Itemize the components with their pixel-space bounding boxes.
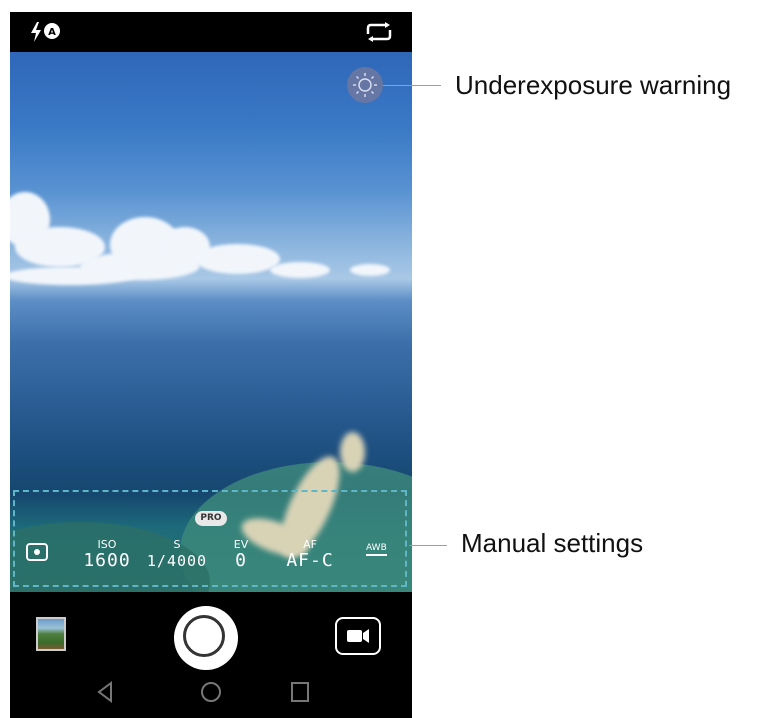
svg-text:A: A bbox=[48, 27, 56, 38]
camera-screen: A PRO ISO 1600 S 1/4000 EV 0 AF AF-C AWB bbox=[10, 12, 412, 718]
shutter-ring bbox=[183, 615, 225, 657]
ev-value: 0 bbox=[235, 550, 247, 571]
flash-auto-icon[interactable]: A bbox=[28, 20, 70, 44]
manual-settings-callout-line bbox=[409, 545, 447, 546]
recents-icon[interactable] bbox=[290, 680, 310, 704]
status-bar: A bbox=[10, 12, 412, 52]
iso-setting[interactable]: ISO 1600 bbox=[82, 539, 132, 571]
underexposure-warning-annotation: Underexposure warning bbox=[455, 70, 732, 100]
shutter-speed-label: S bbox=[173, 538, 181, 551]
video-camera-icon[interactable] bbox=[335, 617, 381, 655]
underexposure-warning-icon[interactable] bbox=[347, 67, 383, 103]
iso-value: 1600 bbox=[83, 550, 131, 571]
back-icon[interactable] bbox=[95, 680, 115, 704]
underexposure-callout-line bbox=[383, 85, 441, 86]
af-setting[interactable]: AF AF-C bbox=[280, 539, 340, 571]
ev-setting[interactable]: EV 0 bbox=[226, 539, 256, 571]
switch-camera-icon[interactable] bbox=[364, 22, 394, 42]
manual-settings-annotation: Manual settings bbox=[461, 528, 644, 558]
metering-icon[interactable] bbox=[25, 542, 49, 562]
shutter-speed-setting[interactable]: S 1/4000 bbox=[143, 539, 211, 571]
home-icon[interactable] bbox=[199, 680, 223, 704]
shutter-speed-value: 1/4000 bbox=[146, 552, 208, 570]
white-balance-setting[interactable]: AWB bbox=[366, 543, 387, 556]
pro-mode-badge: PRO bbox=[195, 511, 227, 526]
af-value: AF-C bbox=[286, 550, 334, 571]
gallery-thumbnail[interactable] bbox=[36, 617, 66, 651]
